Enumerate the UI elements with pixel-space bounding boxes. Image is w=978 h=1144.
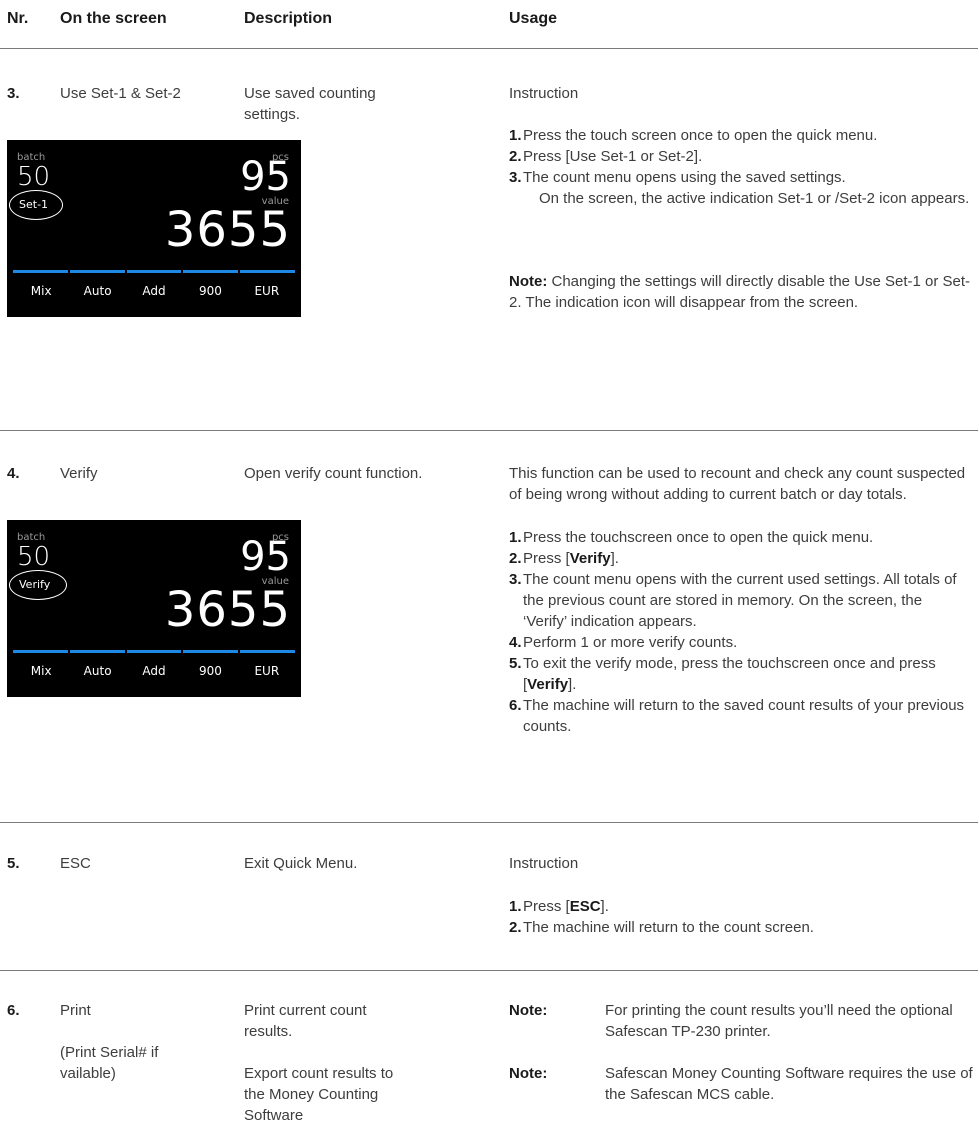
- device-screen-set1: batch 50 pcs 95 value 3655 Set-1 Mix Aut…: [7, 140, 301, 317]
- instruction-step: 3. The count menu opens with the current …: [509, 571, 957, 630]
- tab-auto[interactable]: Auto: [69, 664, 125, 678]
- row-description: Exit Quick Menu.: [244, 855, 358, 872]
- note-text: Safescan Money Counting Software require…: [605, 1065, 973, 1103]
- tab-bar: [240, 650, 295, 653]
- verify-indicator: Verify: [19, 578, 51, 591]
- instruction-step: 5. To exit the verify mode, press the tou…: [509, 655, 936, 693]
- instruction-step: 1. Press the touchscreen once to open the…: [509, 529, 874, 546]
- pcs-value: 95: [240, 154, 291, 200]
- header-divider: [0, 48, 978, 49]
- row-description-export: Export count results to the Money Counti…: [244, 1065, 394, 1124]
- header-usage: Usage: [509, 10, 558, 27]
- screen-subtitle: (Print Serial# if vailable): [60, 1044, 159, 1082]
- tab-bar: [13, 650, 68, 653]
- instruction-list: 1. Press the touch screen once to open th…: [509, 125, 974, 209]
- row-divider: [0, 970, 978, 971]
- header-description: Description: [244, 10, 333, 27]
- instruction-step: 2. Press [Verify].: [509, 550, 619, 567]
- tab-eur[interactable]: EUR: [239, 664, 295, 678]
- tab-bar: [126, 270, 182, 273]
- tab-bar: [126, 650, 182, 653]
- tab-eur[interactable]: EUR: [239, 284, 295, 298]
- screen-name: Verify: [60, 465, 98, 482]
- device-screen-verify: batch 50 pcs 95 value 3655 Verify Mix Au…: [7, 520, 301, 697]
- instruction-step: 1. Press [ESC].: [509, 898, 609, 915]
- batch-value: 50: [17, 162, 51, 192]
- instruction-step: 6. The machine will return to the saved c…: [509, 697, 965, 735]
- tab-bar: [69, 650, 125, 653]
- batch-value: 50: [17, 542, 51, 572]
- tab-900[interactable]: 900: [182, 664, 238, 678]
- instruction-step: 2. The machine will return to the count s…: [509, 919, 814, 936]
- instruction-list: 1. Press the touchscreen once to open the…: [509, 527, 969, 737]
- header-on-the-screen: On the screen: [60, 10, 167, 27]
- instruction-step: 3. The count menu opens using the saved s…: [509, 169, 970, 207]
- tab-bar: [240, 270, 295, 273]
- header-nr: Nr.: [7, 10, 29, 27]
- screen-name: Print: [60, 1002, 91, 1019]
- usage-intro: This function can be used to recount and…: [509, 465, 966, 503]
- row-number: 5.: [7, 855, 20, 872]
- row-number: 6.: [7, 1002, 20, 1019]
- tab-mix[interactable]: Mix: [13, 284, 69, 298]
- tab-add[interactable]: Add: [126, 664, 182, 678]
- instruction-step: 2. Press [Use Set-1 or Set-2].: [509, 148, 703, 165]
- tab-auto[interactable]: Auto: [69, 284, 125, 298]
- note-label: Note:: [509, 1065, 548, 1082]
- instruction-step: 1. Press the touch screen once to open th…: [509, 127, 878, 144]
- note-label: Note:: [509, 1002, 548, 1019]
- total-value: 3655: [164, 582, 291, 638]
- instruction-step: 4. Perform 1 or more verify counts.: [509, 634, 738, 651]
- tab-indicator-bars: [13, 650, 295, 653]
- note-paragraph: Note: Changing the settings will directl…: [509, 273, 971, 311]
- screen-name: Use Set-1 & Set-2: [60, 85, 181, 102]
- tab-bar: [183, 270, 239, 273]
- total-value: 3655: [164, 202, 291, 258]
- tab-900[interactable]: 900: [182, 284, 238, 298]
- tab-bar: [183, 650, 239, 653]
- tab-mix[interactable]: Mix: [13, 664, 69, 678]
- row-description: Open verify count function.: [244, 465, 423, 482]
- pcs-value: 95: [240, 534, 291, 580]
- row-number: 3.: [7, 85, 20, 102]
- note-text: For printing the count results you’ll ne…: [605, 1002, 953, 1040]
- row-number: 4.: [7, 465, 20, 482]
- row-description: Print current count results.: [244, 1002, 367, 1040]
- bottom-tabs: Mix Auto Add 900 EUR: [13, 284, 295, 298]
- row-description: Use saved counting settings.: [244, 85, 376, 123]
- bottom-tabs: Mix Auto Add 900 EUR: [13, 664, 295, 678]
- screen-name: ESC: [60, 855, 91, 872]
- instruction-list: 1. Press [ESC]. 2. The machine will return…: [509, 896, 969, 938]
- row-divider: [0, 822, 978, 823]
- row-divider: [0, 430, 978, 431]
- tab-bar: [13, 270, 68, 273]
- tab-add[interactable]: Add: [126, 284, 182, 298]
- tab-bar: [69, 270, 125, 273]
- usage-title: Instruction: [509, 855, 579, 872]
- tab-indicator-bars: [13, 270, 295, 273]
- set1-indicator: Set-1: [19, 198, 49, 211]
- usage-title: Instruction: [509, 85, 579, 102]
